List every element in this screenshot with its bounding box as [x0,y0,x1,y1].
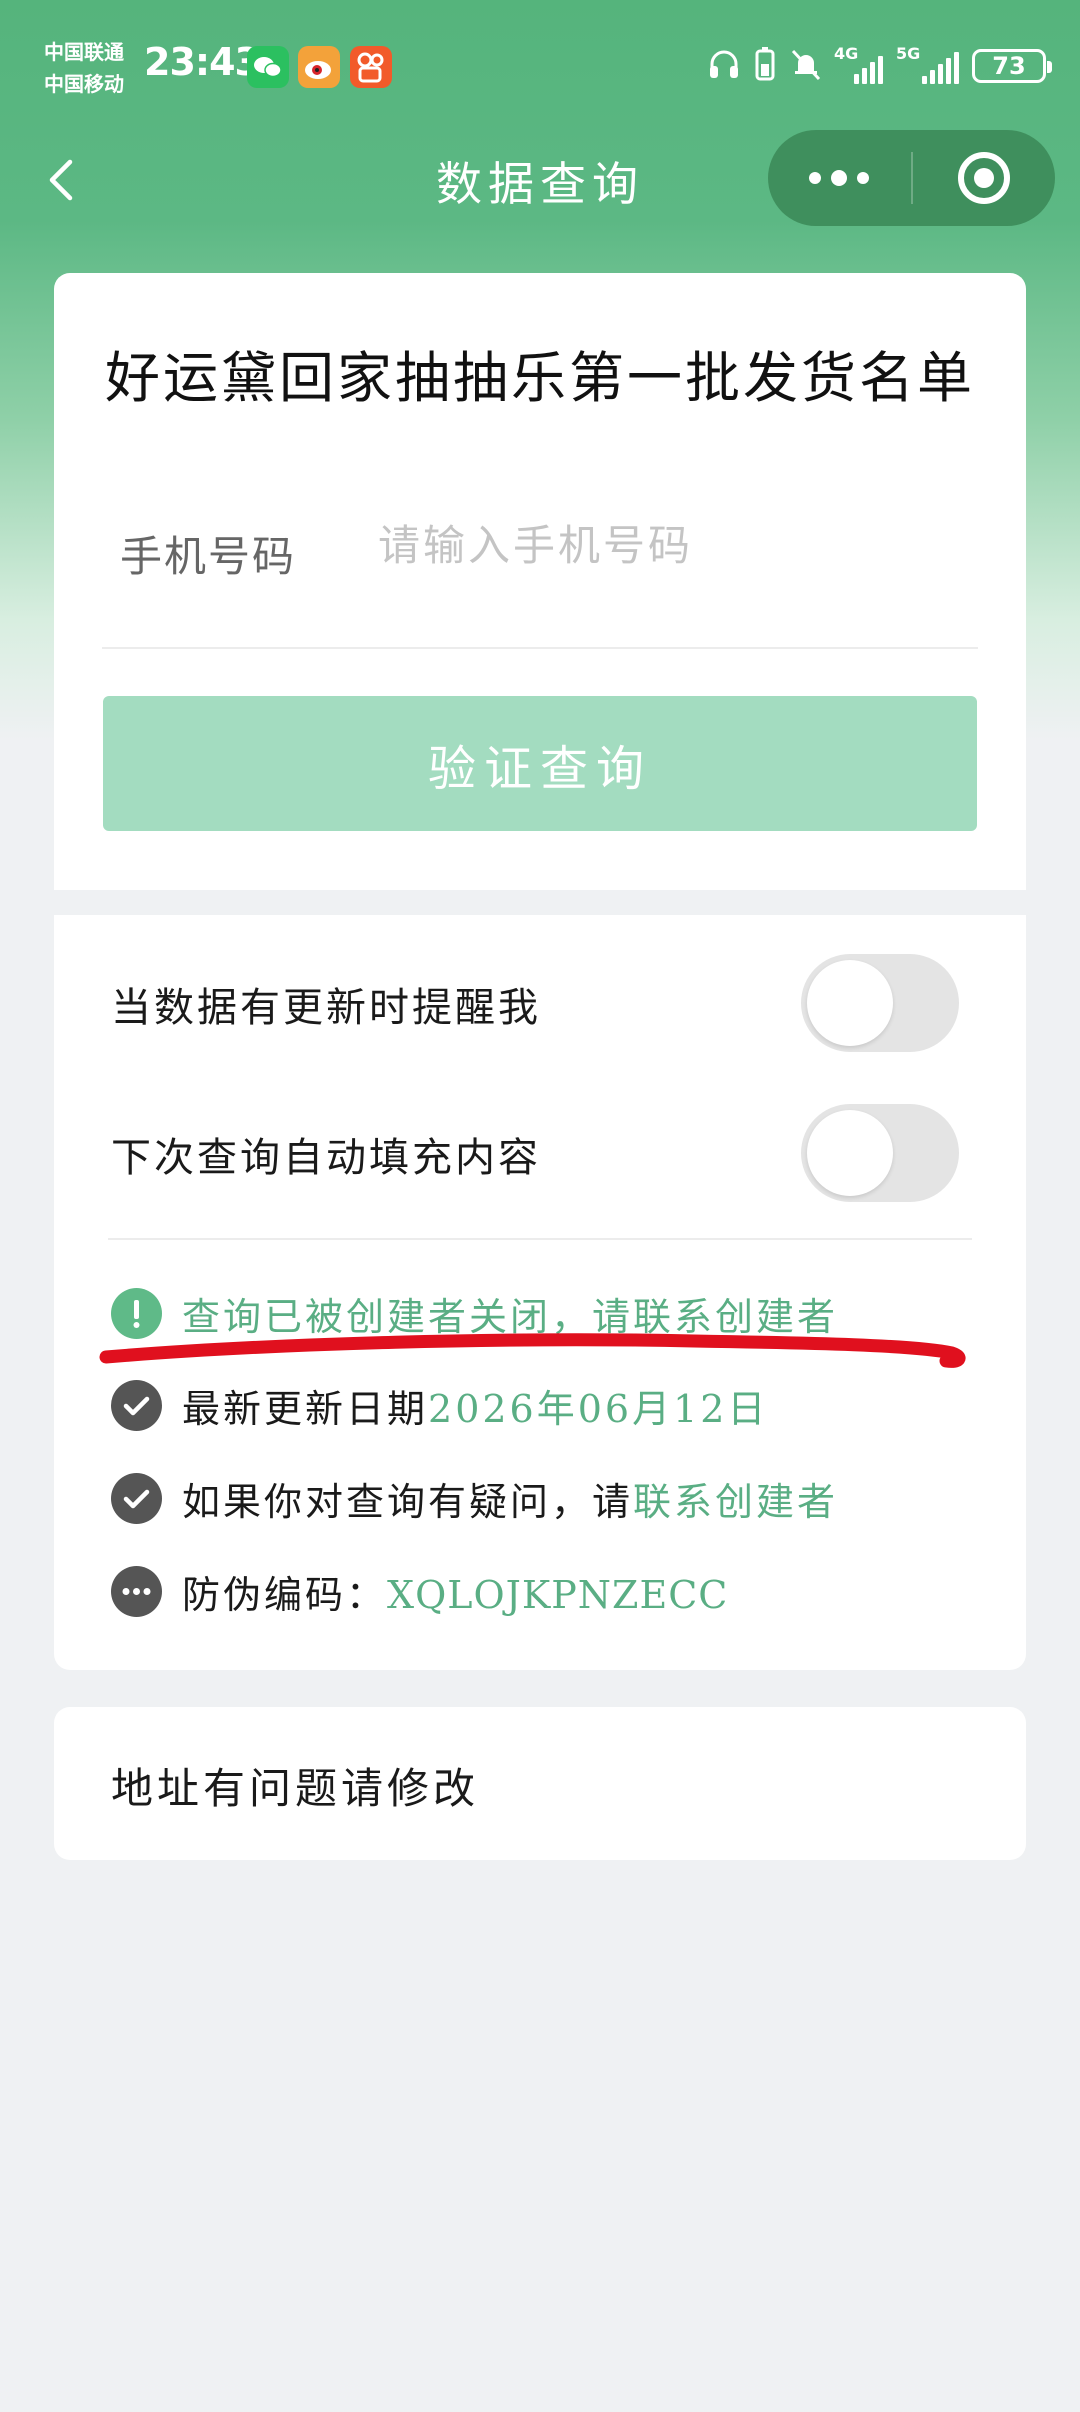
remind-toggle[interactable] [801,954,959,1052]
weibo-icon [298,46,340,88]
verify-query-button[interactable]: 验证查询 [103,696,977,831]
question-row: 如果你对查询有疑问，请联系创建者 [111,1470,838,1526]
wechat-icon [247,46,289,88]
close-miniprogram-button[interactable] [913,130,1055,226]
anti-fake-code-text: 防伪编码：XQLOJKPNZECC [182,1564,728,1619]
phone-input[interactable] [378,505,978,585]
update-date-text: 最新更新日期2026年06月12日 [182,1378,768,1433]
remind-label: 当数据有更新时提醒我 [111,985,541,1031]
section-divider [108,1238,972,1240]
mute-bell-icon [788,46,824,86]
form-title: 好运黛回家抽抽乐第一批发货名单 [104,346,975,410]
network-type-2: 5G [896,44,921,63]
query-form-card: 好运黛回家抽抽乐第一批发货名单 手机号码 验证查询 [54,273,1026,890]
toggle-knob [807,1110,893,1196]
battery-icon: 73 [972,49,1052,83]
anti-fake-code-row: 防伪编码：XQLOJKPNZECC [111,1563,728,1619]
contact-creator-link[interactable]: 联系创建者 [633,1480,838,1524]
autofill-toggle[interactable] [801,1104,959,1202]
question-text: 如果你对查询有疑问，请联系创建者 [182,1471,838,1526]
update-prefix: 最新更新日期 [182,1386,429,1431]
code-prefix: 防伪编码： [182,1572,388,1617]
target-close-icon [958,152,1010,204]
field-divider [102,647,978,649]
options-card: 当数据有更新时提醒我 下次查询自动填充内容 查询已被创建者关闭，请联系创建者 最… [54,915,1026,1670]
toggle-knob [807,960,893,1046]
carrier-names: 中国联通 中国移动 [44,36,124,100]
question-prefix: 如果你对查询有疑问，请 [182,1479,634,1524]
phone-label: 手机号码 [120,532,297,581]
headphones-icon [706,46,742,86]
more-button[interactable] [768,130,911,226]
carrier-1: 中国联通 [44,40,124,64]
autofill-label: 下次查询自动填充内容 [111,1135,541,1181]
more-dots-icon [111,1565,162,1617]
nav-bar: 数据查询 [0,120,1080,238]
address-edit-card[interactable]: 地址有问题请修改 [54,1707,1026,1860]
network-type-1: 4G [834,44,859,63]
clock: 23:43 [144,40,261,84]
battery-level: 73 [992,52,1026,80]
signal-5g-icon: 5G [896,44,960,84]
check-icon [111,1472,162,1524]
status-bar: 中国联通 中国移动 23:43 4G 5G 73 [0,0,1080,120]
more-dots-icon [809,170,869,186]
kuaishou-icon [350,46,392,88]
status-indicators: 4G 5G 73 [706,44,1052,88]
check-icon [111,1379,162,1431]
carrier-2: 中国移动 [44,72,124,96]
update-date-value: 2026年06月12日 [428,1386,769,1431]
code-value: XQLOJKPNZECC [387,1572,729,1617]
small-battery-icon [754,46,776,86]
signal-4g-icon: 4G [834,44,886,84]
address-edit-label: 地址有问题请修改 [111,1764,480,1813]
update-date-row: 最新更新日期2026年06月12日 [111,1377,768,1433]
miniprogram-capsule [768,130,1055,226]
